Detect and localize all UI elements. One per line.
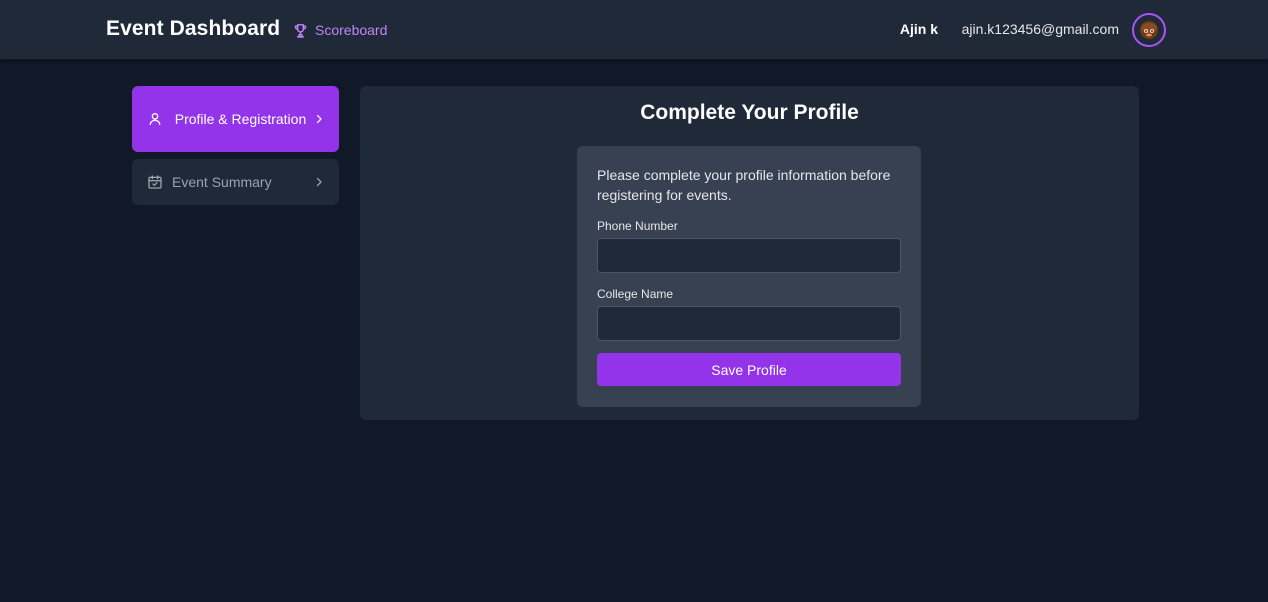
chevron-right-icon xyxy=(316,177,322,187)
trophy-icon xyxy=(294,23,307,38)
avatar-icon xyxy=(1140,21,1158,39)
phone-number-input[interactable] xyxy=(597,238,901,273)
calendar-check-icon xyxy=(148,175,162,189)
chevron-right-icon xyxy=(316,114,322,124)
college-name-label: College Name xyxy=(597,287,674,301)
page-title: Complete Your Profile xyxy=(640,101,859,124)
scoreboard-label: Scoreboard xyxy=(315,22,388,38)
phone-number-label: Phone Number xyxy=(597,219,678,233)
profile-panel: Complete Your Profile Please complete yo… xyxy=(360,86,1139,420)
profile-form-card: Please complete your profile information… xyxy=(577,146,921,407)
user-avatar[interactable] xyxy=(1132,13,1166,47)
sidebar-item-event-summary[interactable]: Event Summary xyxy=(132,159,339,205)
profile-instructions: Please complete your profile information… xyxy=(597,167,891,203)
user-email: ajin.k123456@gmail.com xyxy=(961,21,1119,37)
save-profile-button[interactable]: Save Profile xyxy=(597,353,901,386)
scoreboard-link[interactable]: Scoreboard xyxy=(292,20,387,40)
user-icon xyxy=(149,113,161,125)
sidebar-item-label: Profile & Registration xyxy=(174,111,307,127)
college-name-input[interactable] xyxy=(597,306,901,341)
user-name: Ajin k xyxy=(899,21,938,37)
sidebar-item-label: Event Summary xyxy=(172,174,272,190)
app-title: Event Dashboard xyxy=(106,17,281,40)
sidebar-item-profile-registration[interactable]: Profile & Registration xyxy=(132,86,339,152)
top-navbar: Event Dashboard Scoreboard Ajin k ajin.k… xyxy=(0,0,1268,60)
